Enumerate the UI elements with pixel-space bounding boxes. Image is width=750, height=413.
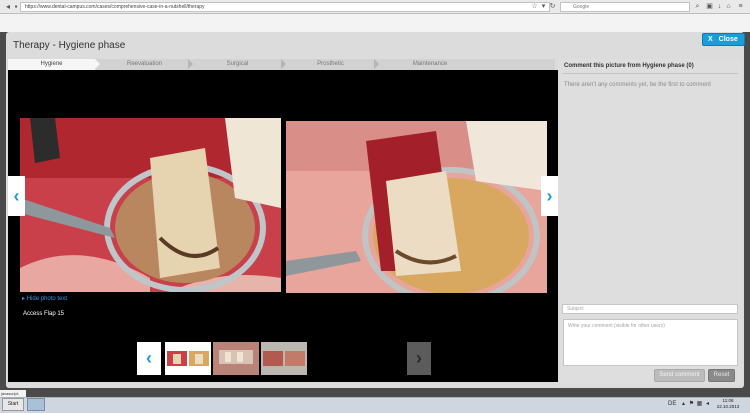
tab-reevaluation[interactable]: Reevaluation (101, 59, 188, 70)
taskbar (0, 397, 750, 413)
phase-tabs: Hygiene Reevaluation Surgical Prosthetic… (8, 59, 555, 70)
home-icon[interactable]: ⌂ (724, 2, 733, 12)
star-icon[interactable]: ☆ (530, 2, 539, 12)
thumbs-prev-button[interactable]: ‹ (137, 342, 161, 375)
download-icon[interactable]: ↓ (715, 2, 724, 12)
chevron-left-icon: ‹ (13, 186, 20, 206)
tab-separator (95, 59, 100, 69)
hide-photo-text-link[interactable]: ▸ Hide photo text (22, 295, 67, 302)
tab-maintenance[interactable]: Maintenance (380, 59, 480, 70)
comment-placeholder: Write your comment (visible for other us… (568, 323, 665, 329)
bookmarks-icon[interactable]: ▣ (705, 2, 714, 12)
network-icon[interactable]: ▦ (696, 400, 703, 408)
tab-separator (374, 59, 379, 69)
clinical-photo-after (286, 121, 547, 293)
prev-photo-button[interactable]: ‹ (8, 176, 25, 216)
thumbnail-2[interactable] (213, 342, 259, 375)
reset-button[interactable]: Reset (708, 369, 735, 382)
tab-separator (281, 59, 286, 69)
tab-separator (188, 59, 193, 69)
close-icon: X (708, 36, 713, 43)
close-button[interactable]: X Close (702, 33, 745, 46)
address-bar[interactable]: https://www.dental-campus.com/cases/comp… (20, 2, 550, 12)
empty-comments-text: There aren't any comments yet, be the fi… (564, 82, 711, 88)
flag-icon[interactable]: ⚑ (688, 400, 695, 408)
chevron-right-icon: › (546, 186, 553, 206)
start-button[interactable]: Start (2, 398, 24, 411)
thumbnail-3[interactable] (261, 342, 307, 375)
volume-icon[interactable]: ◂ (704, 400, 711, 408)
send-comment-button[interactable]: Send comment (654, 369, 705, 382)
tab-surgical[interactable]: Surgical (194, 59, 281, 70)
subject-input[interactable]: Subject (562, 304, 738, 314)
chevron-right-icon: › (416, 348, 422, 368)
chevron-left-icon: ‹ (146, 348, 152, 368)
page-header-strip (0, 14, 750, 32)
hide-photo-text-label: Hide photo text (26, 296, 68, 302)
menu-icon[interactable]: ≡ (736, 2, 745, 12)
system-clock[interactable]: 11:06 22.10.2013 (713, 398, 743, 410)
subject-placeholder: Subject (567, 306, 584, 312)
tab-hygiene[interactable]: Hygiene (8, 59, 95, 70)
search-placeholder: Google (573, 4, 590, 10)
search-icon[interactable]: ⌕ (693, 2, 702, 12)
divider (562, 73, 738, 74)
reload-icon[interactable]: ↻ (548, 2, 557, 12)
close-label: Close (718, 36, 738, 43)
comment-textarea[interactable]: Write your comment (visible for other us… (563, 319, 738, 366)
modal-title: Therapy - Hygiene phase (13, 40, 126, 51)
language-indicator[interactable]: DE (668, 400, 676, 408)
next-photo-button[interactable]: › (541, 176, 558, 216)
comment-heading: Comment this picture from Hygiene phase … (564, 63, 694, 69)
tray-arrow-icon[interactable]: ▴ (680, 400, 687, 408)
clock-date: 22.10.2013 (716, 404, 740, 409)
status-tooltip: javascript: (0, 390, 26, 397)
dropdown-icon[interactable]: ▾ (539, 2, 548, 12)
thumbnail-1[interactable] (165, 342, 211, 375)
photo-caption: Access Flap 15 (23, 311, 65, 317)
tab-prosthetic[interactable]: Prosthetic (287, 59, 374, 70)
clinical-photo-before (20, 118, 281, 292)
browser-toolbar: ◂ ▪ https://www.dental-campus.com/cases/… (0, 0, 750, 14)
taskbar-app-icon[interactable] (27, 398, 45, 411)
search-input[interactable]: Google (560, 2, 690, 12)
thumbs-next-button[interactable]: › (407, 342, 431, 375)
